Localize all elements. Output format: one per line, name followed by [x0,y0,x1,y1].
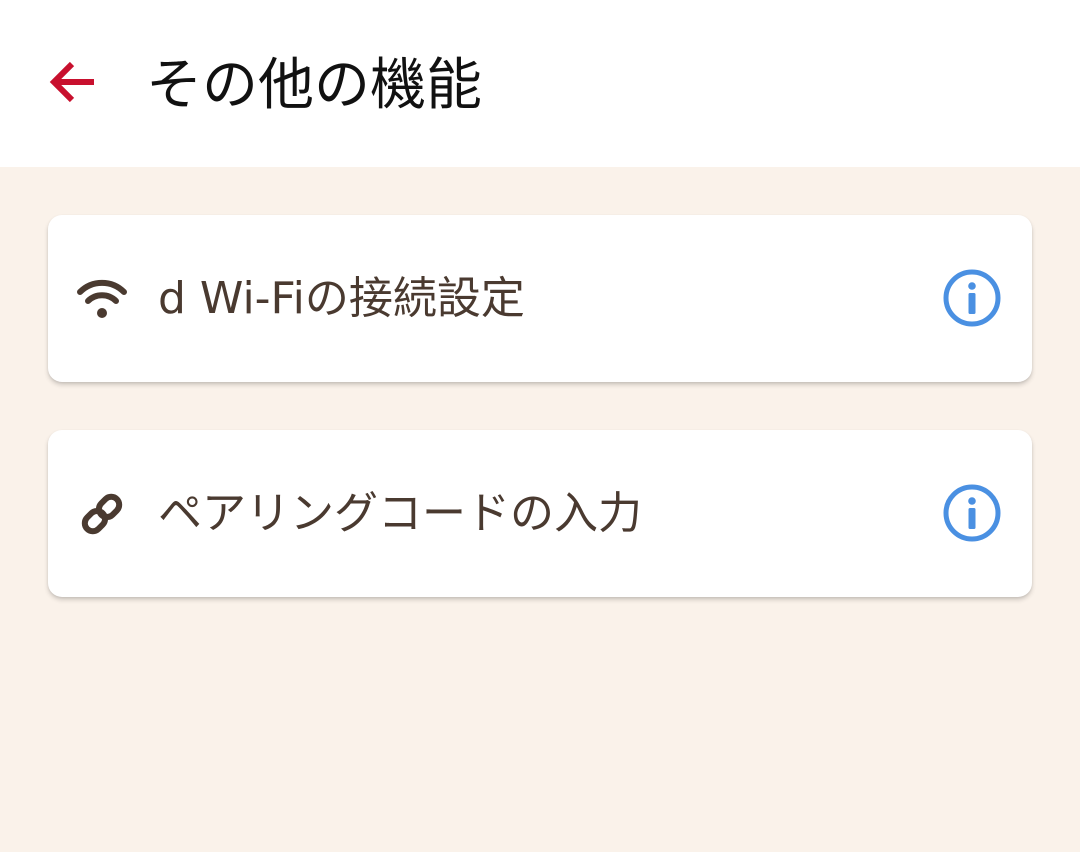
menu-item-label: d Wi-Fiの接続設定 [158,273,525,324]
menu-item-wifi-settings[interactable]: d Wi-Fiの接続設定 [48,215,1032,382]
content-area: d Wi-Fiの接続設定 ペアリングコードの入力 [0,167,1080,852]
wifi-icon [76,273,128,325]
back-button[interactable] [40,50,104,114]
info-button[interactable] [942,483,1002,543]
menu-item-pairing-code[interactable]: ペアリングコードの入力 [48,430,1032,597]
info-icon [943,269,1001,327]
menu-item-label: ペアリングコードの入力 [158,488,642,539]
app-bar: その他の機能 [0,0,1080,167]
link-icon [76,488,128,540]
page-title: その他の機能 [146,53,482,118]
info-button[interactable] [942,268,1002,328]
arrow-left-icon [49,61,94,103]
info-icon [943,484,1001,542]
